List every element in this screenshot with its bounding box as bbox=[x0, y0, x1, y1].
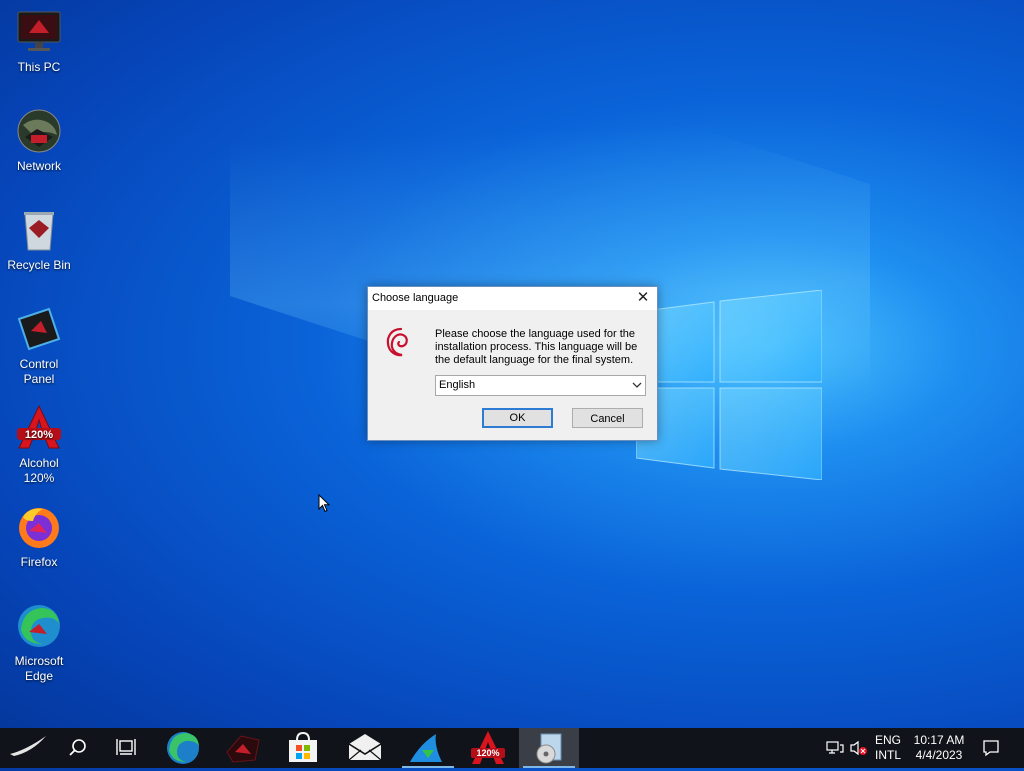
desktop-icon-recycle-bin[interactable]: Recycle Bin bbox=[0, 206, 78, 273]
svg-text:120%: 120% bbox=[25, 429, 53, 441]
desktop-icon-microsoft-edge[interactable]: Microsoft Edge bbox=[0, 602, 78, 684]
edge-icon bbox=[167, 732, 199, 764]
taskbar: 120% ENG INTL 10:17 AM 4/4/2023 bbox=[0, 728, 1024, 768]
dialog-title-bar[interactable]: Choose language ✕ bbox=[368, 287, 657, 310]
network-icon[interactable] bbox=[826, 740, 844, 756]
setup-cd-icon bbox=[536, 733, 562, 764]
desktop-icon-label: Network bbox=[16, 159, 61, 173]
taskbar-item-edge[interactable] bbox=[153, 728, 213, 768]
cancel-button[interactable]: Cancel bbox=[572, 408, 643, 428]
installer-shark-icon bbox=[410, 734, 442, 762]
control-panel-icon bbox=[15, 305, 63, 353]
svg-text:120%: 120% bbox=[476, 748, 499, 758]
desktop-icon-label: Microsoft Edge bbox=[14, 654, 64, 683]
desktop-icon-label: Alcohol 120% bbox=[19, 456, 59, 485]
mail-icon bbox=[348, 734, 382, 761]
dialog-title: Choose language bbox=[372, 292, 459, 304]
desktop-icon-label: Recycle Bin bbox=[7, 258, 71, 272]
desktop-icon-label: This PC bbox=[17, 60, 61, 74]
desktop-icon-control-panel[interactable]: Control Panel bbox=[0, 305, 78, 387]
monitor-icon bbox=[15, 8, 63, 56]
taskbar-item-store[interactable] bbox=[273, 728, 333, 768]
ok-button[interactable]: OK bbox=[482, 408, 553, 428]
dialog-message: Please choose the language used for the … bbox=[435, 328, 638, 366]
search-icon bbox=[69, 739, 86, 756]
debian-swirl-icon bbox=[386, 327, 408, 357]
alcohol-icon: 120% bbox=[471, 731, 505, 764]
desktop-icon-label: Control Panel bbox=[19, 357, 59, 386]
volume-muted-icon[interactable] bbox=[850, 740, 868, 756]
language-layout: INTL bbox=[874, 748, 901, 762]
edge-icon bbox=[15, 602, 63, 650]
start-button[interactable] bbox=[0, 728, 56, 768]
firefox-icon bbox=[15, 503, 63, 551]
alcohol-icon: 120% bbox=[15, 404, 63, 452]
choose-language-dialog: Choose language ✕ Please choose the lang… bbox=[367, 286, 658, 441]
close-icon[interactable]: ✕ bbox=[635, 290, 651, 306]
clock-time: 10:17 AM bbox=[913, 733, 965, 747]
taskbar-item-alcohol[interactable]: 120% bbox=[458, 728, 518, 768]
notification-icon[interactable] bbox=[982, 739, 1000, 757]
taskbar-item-setup[interactable] bbox=[519, 728, 579, 768]
asus-rog-icon bbox=[226, 735, 260, 763]
desktop-icon-label: Firefox bbox=[20, 555, 58, 569]
taskbar-item-mail[interactable] bbox=[335, 728, 395, 768]
start-icon bbox=[10, 736, 46, 756]
mouse-cursor-icon bbox=[318, 494, 330, 513]
desktop-icon-firefox[interactable]: Firefox bbox=[0, 503, 78, 570]
task-view-icon bbox=[116, 739, 136, 755]
desktop-icon-network[interactable]: Network bbox=[0, 107, 78, 174]
desktop-icon-this-pc[interactable]: This PC bbox=[0, 8, 78, 75]
desktop-icon-alcohol[interactable]: 120% Alcohol 120% bbox=[0, 404, 78, 486]
language-select[interactable]: English bbox=[435, 375, 646, 396]
clock[interactable]: 10:17 AM 4/4/2023 bbox=[908, 733, 970, 763]
globe-icon bbox=[15, 107, 63, 155]
search-button[interactable] bbox=[56, 728, 100, 768]
taskbar-item-installer[interactable] bbox=[398, 728, 458, 768]
windows-logo-wallpaper bbox=[636, 290, 822, 480]
chevron-down-icon bbox=[632, 382, 642, 388]
recycle-bin-icon bbox=[15, 206, 63, 254]
taskbar-item-asus-rog[interactable] bbox=[213, 728, 273, 768]
input-language-indicator[interactable]: ENG INTL bbox=[872, 733, 904, 763]
clock-date: 4/4/2023 bbox=[915, 748, 963, 762]
store-icon bbox=[289, 731, 317, 762]
language-code: ENG bbox=[874, 733, 901, 747]
language-select-value: English bbox=[439, 379, 476, 391]
task-view-button[interactable] bbox=[100, 728, 150, 768]
